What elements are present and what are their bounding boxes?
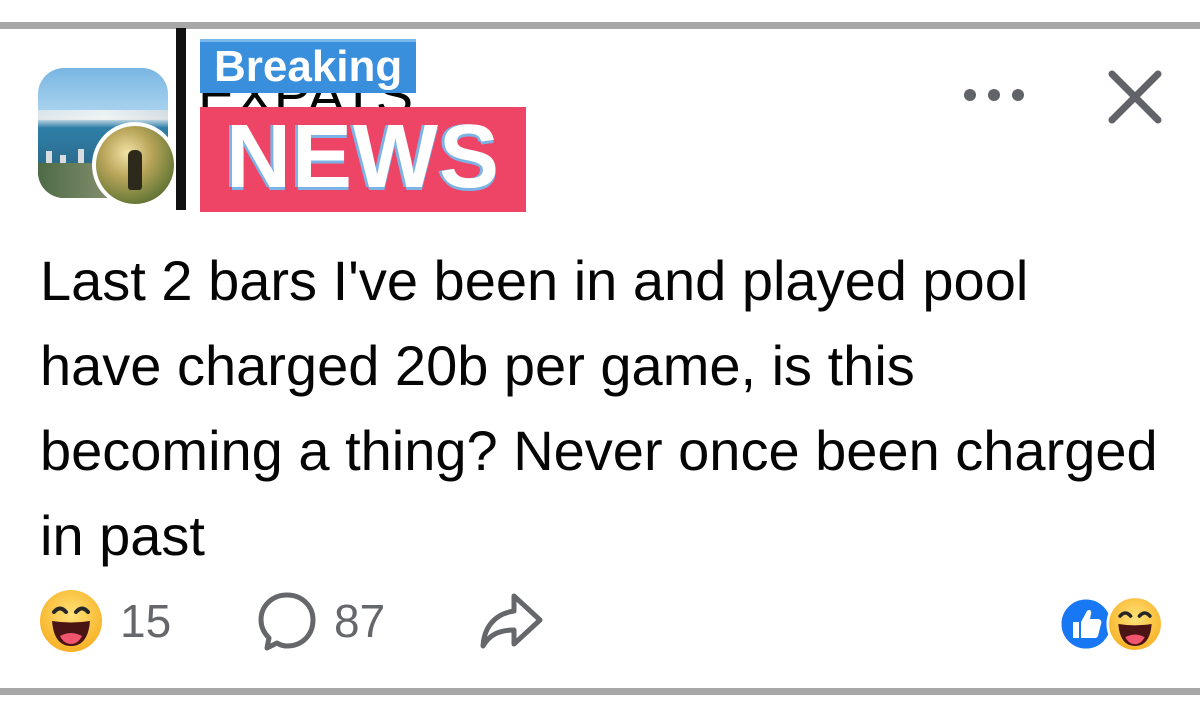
reaction-count: 15 <box>120 595 172 647</box>
close-icon[interactable] <box>1102 64 1168 130</box>
comment-icon <box>258 592 316 651</box>
haha-emoji-icon <box>40 590 102 652</box>
news-badge: NEWS <box>200 107 526 212</box>
group-avatar[interactable] <box>38 68 188 208</box>
post-body: Last 2 bars I've been in and played pool… <box>40 249 1158 567</box>
comment-count-button[interactable]: 87 <box>256 588 385 654</box>
breaking-badge: Breaking <box>200 39 417 93</box>
comment-count: 87 <box>334 595 386 647</box>
post-stats: 15 87 <box>38 588 1168 654</box>
more-horizontal-icon <box>964 89 976 101</box>
bottom-divider <box>0 688 1200 695</box>
share-button[interactable] <box>478 588 544 654</box>
more-options-button[interactable] <box>958 80 1030 110</box>
share-icon <box>480 593 543 649</box>
news-badge-bar <box>176 28 186 210</box>
reaction-summary[interactable] <box>1058 595 1168 653</box>
poster-avatar[interactable] <box>92 122 178 208</box>
reaction-count-button[interactable]: 15 <box>38 588 171 654</box>
haha-emoji-icon <box>1106 595 1164 653</box>
